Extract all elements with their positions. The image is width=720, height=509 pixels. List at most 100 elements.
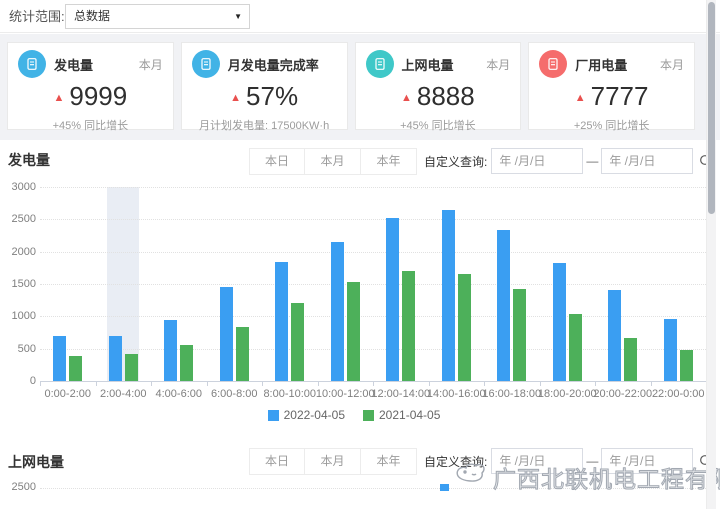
stat-scope-select[interactable]: 总数据 ▼ xyxy=(65,4,250,29)
range-year-button[interactable]: 本年 xyxy=(361,448,417,475)
legend-swatch xyxy=(268,410,279,421)
legend-label: 2021-04-05 xyxy=(379,408,440,422)
y-axis-label: 1000 xyxy=(2,310,36,322)
card-plant-usage: 厂用电量 本月 ▲7777 +25% 同比增长 xyxy=(528,42,695,130)
bar-2021-04-05[interactable] xyxy=(624,338,637,381)
date-start-input[interactable] xyxy=(491,448,583,474)
card-title: 上网电量 xyxy=(402,55,454,74)
range-today-button[interactable]: 本日 xyxy=(249,448,305,475)
grid-energy-query-controls: 本日 本月 本年 自定义查询: — xyxy=(249,447,716,475)
bar-2022-04-05[interactable] xyxy=(109,336,122,381)
card-value: ▲8888 xyxy=(366,81,511,113)
x-axis-tick xyxy=(484,382,485,386)
card-value: ▲9999 xyxy=(18,81,163,113)
x-axis-tick xyxy=(595,382,596,386)
card-value-number: 7777 xyxy=(591,81,649,111)
y-axis-label: 0 xyxy=(2,375,36,387)
legend-label: 2022-04-05 xyxy=(284,408,345,422)
section-title-generation: 发电量 xyxy=(8,150,50,170)
bar-2022-04-05[interactable] xyxy=(608,290,621,381)
document-icon xyxy=(192,50,220,78)
bar-2021-04-05[interactable] xyxy=(458,274,471,381)
grid-energy-bar-chart[interactable]: 2500 xyxy=(0,478,708,509)
bar-2022-04-05[interactable] xyxy=(553,263,566,381)
bar-2021-04-05[interactable] xyxy=(291,303,304,381)
card-period-tag: 本月 xyxy=(660,56,684,73)
legend-swatch xyxy=(363,410,374,421)
bar-2021-04-05[interactable] xyxy=(125,354,138,381)
scrollbar-thumb[interactable] xyxy=(708,2,715,214)
bar-2021-04-05[interactable] xyxy=(347,282,360,381)
bar-2021-04-05[interactable] xyxy=(513,289,526,381)
vertical-scrollbar[interactable] xyxy=(706,0,716,509)
legend-item-2022-04-05[interactable]: 2022-04-05 xyxy=(268,408,345,422)
card-period-tag: 本月 xyxy=(486,56,510,73)
range-button-group: 本日 本月 本年 xyxy=(249,448,417,475)
x-axis-label: 22:00-0:00 xyxy=(646,388,712,400)
gridline xyxy=(40,349,706,350)
trend-up-icon: ▲ xyxy=(575,92,586,104)
card-note: +45% 同比增长 xyxy=(18,117,163,133)
range-today-button[interactable]: 本日 xyxy=(249,148,305,175)
bar-2022-04-05[interactable] xyxy=(442,210,455,381)
bar-2021-04-05[interactable] xyxy=(69,356,82,381)
date-end-input[interactable] xyxy=(601,448,693,474)
y-axis-label: 2500 xyxy=(2,481,36,493)
card-title: 月发电量完成率 xyxy=(228,55,319,74)
trend-up-icon: ▲ xyxy=(54,92,65,104)
card-value: ▲57% xyxy=(192,81,337,113)
date-range-separator: — xyxy=(586,454,598,468)
date-range-separator: — xyxy=(586,154,598,168)
generation-bar-chart[interactable]: 0500100015002000250030000:00-2:002:00-4:… xyxy=(0,182,708,432)
y-axis-label: 500 xyxy=(2,343,36,355)
bar-2022-04-05[interactable] xyxy=(497,230,510,381)
bar-2021-04-05[interactable] xyxy=(680,350,693,381)
custom-query-label: 自定义查询: xyxy=(424,453,487,470)
custom-query-label: 自定义查询: xyxy=(424,153,487,170)
x-axis-tick xyxy=(373,382,374,386)
bar-2021-04-05[interactable] xyxy=(402,271,415,381)
bar-2022-04-05[interactable] xyxy=(331,242,344,381)
bar-2022-04-05[interactable] xyxy=(53,336,66,381)
bar-2022-04-05[interactable] xyxy=(664,319,677,381)
document-icon xyxy=(366,50,394,78)
bar-2022-04-05[interactable] xyxy=(386,218,399,381)
bar-2021-04-05[interactable] xyxy=(236,327,249,381)
gridline xyxy=(40,488,706,489)
card-value-number: 8888 xyxy=(417,81,475,111)
bar-2022-04-05[interactable] xyxy=(164,320,177,381)
card-note: +45% 同比增长 xyxy=(366,117,511,133)
bar-2021-04-05[interactable] xyxy=(180,345,193,381)
legend-item-2021-04-05[interactable]: 2021-04-05 xyxy=(363,408,440,422)
stat-cards-band: 发电量 本月 ▲9999 +45% 同比增长 月发电量完成率 ▲57% 月计划发… xyxy=(0,34,720,140)
dropdown-arrow-icon: ▼ xyxy=(234,5,242,28)
bar-2022-04-05[interactable] xyxy=(275,262,288,381)
x-axis-tick xyxy=(318,382,319,386)
x-axis-tick xyxy=(429,382,430,386)
power-dashboard-page: 统计范围: 总数据 ▼ 发电量 本月 ▲9999 +45% 同比增长 月发电 xyxy=(0,0,720,509)
stat-scope-value: 总数据 xyxy=(74,5,110,28)
bar-2021-04-05[interactable] xyxy=(569,314,582,381)
section-title-grid-energy: 上网电量 xyxy=(8,452,64,472)
card-monthly-completion: 月发电量完成率 ▲57% 月计划发电量: 17500KW·h xyxy=(181,42,348,130)
document-icon xyxy=(18,50,46,78)
x-axis-tick xyxy=(40,382,41,386)
gridline xyxy=(40,284,706,285)
range-button-group: 本日 本月 本年 xyxy=(249,148,417,175)
date-end-input[interactable] xyxy=(601,148,693,174)
x-axis-tick xyxy=(96,382,97,386)
gridline xyxy=(40,252,706,253)
x-axis-tick xyxy=(262,382,263,386)
card-note: 月计划发电量: 17500KW·h xyxy=(192,117,337,133)
card-title: 厂用电量 xyxy=(575,55,627,74)
bar-partial[interactable] xyxy=(440,484,449,491)
x-axis-tick xyxy=(207,382,208,386)
range-month-button[interactable]: 本月 xyxy=(305,448,361,475)
range-year-button[interactable]: 本年 xyxy=(361,148,417,175)
gridline xyxy=(40,187,706,188)
date-start-input[interactable] xyxy=(491,148,583,174)
range-month-button[interactable]: 本月 xyxy=(305,148,361,175)
bar-2022-04-05[interactable] xyxy=(220,287,233,381)
y-axis-label: 2500 xyxy=(2,213,36,225)
x-axis-tick xyxy=(651,382,652,386)
